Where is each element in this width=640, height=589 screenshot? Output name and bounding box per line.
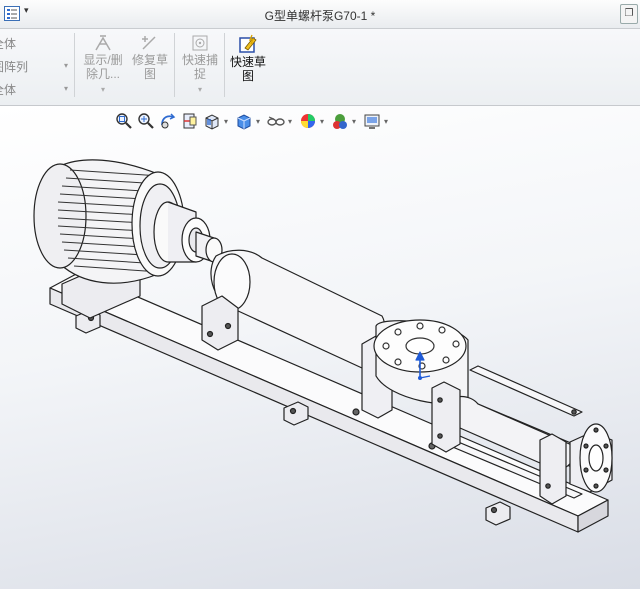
- chevron-down-icon[interactable]: ▾: [178, 83, 222, 97]
- restore-icon[interactable]: ❐: [620, 4, 638, 24]
- discharge-flange: [569, 423, 613, 493]
- quick-snaps-button[interactable]: 快速捕 捉 ▾: [178, 34, 222, 97]
- command-manager-ribbon: 全体 图阵列 ▾ 全体 ▾ 显示/删 除几... ▾ 修复草 图 快速捕 捉 ▾: [0, 29, 640, 106]
- pump-model-drawing[interactable]: [0, 106, 640, 589]
- ribbon-separator: [174, 33, 175, 97]
- rapid-sketch-button[interactable]: 快速草 图: [226, 34, 270, 83]
- title-bar: ▾ G型单螺杆泵G70-1 * ❐: [0, 0, 640, 29]
- ribbon-separator: [224, 33, 225, 97]
- button-label-line2: 图: [241, 69, 254, 83]
- repair-sketch-icon: [142, 36, 156, 50]
- graphics-area[interactable]: ▾ ▾ ▾ ▾ ▾ ▾: [0, 106, 640, 589]
- chevron-down-icon[interactable]: ▾: [64, 61, 68, 70]
- button-label-line1: 修复草: [131, 53, 168, 67]
- button-label-line1: 快速捕: [181, 53, 218, 67]
- window-title: G型单螺杆泵G70-1 *: [264, 9, 376, 23]
- chevron-down-icon[interactable]: ▾: [64, 84, 68, 93]
- quick-snap-icon: [192, 35, 208, 51]
- relations-icon: [95, 35, 111, 51]
- ribbon-row-1[interactable]: 全体: [0, 35, 16, 52]
- button-label-line1: 快速草: [229, 55, 266, 69]
- chevron-down-icon[interactable]: ▾: [80, 83, 126, 97]
- button-label-line2: 捉: [193, 67, 206, 81]
- button-label-line2: 除几...: [85, 67, 120, 81]
- ribbon-row-3[interactable]: 全体: [0, 81, 16, 98]
- show-hide-relations-button[interactable]: 显示/删 除几... ▾: [80, 34, 126, 97]
- repair-sketch-button[interactable]: 修复草 图: [128, 34, 172, 81]
- button-label-line2: 图: [143, 67, 156, 81]
- rapid-sketch-icon: [239, 34, 257, 53]
- ribbon-separator: [74, 33, 75, 97]
- ribbon-row-2[interactable]: 图阵列: [0, 58, 28, 75]
- button-label-line1: 显示/删: [83, 53, 123, 67]
